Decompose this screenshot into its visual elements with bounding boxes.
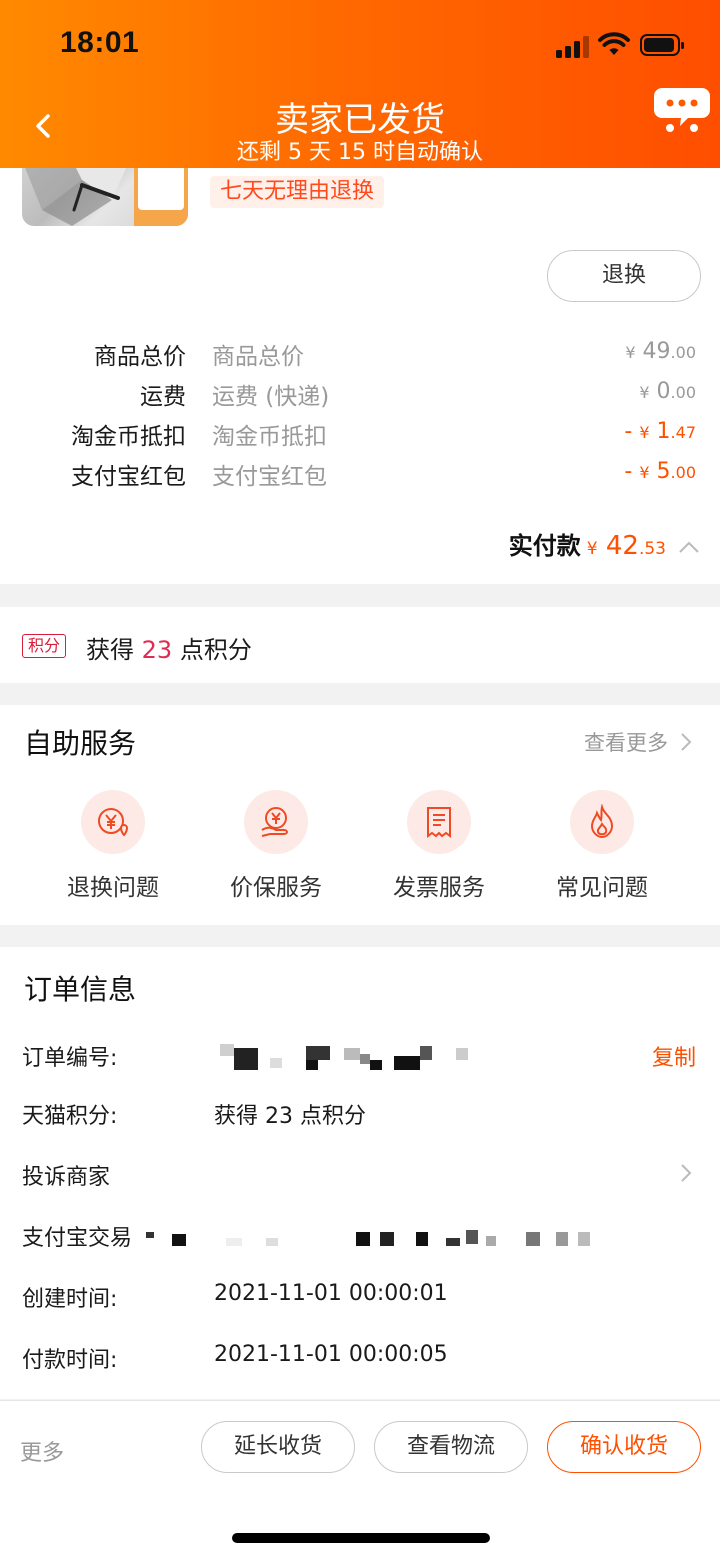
- fee-label: 商品总价: [94, 344, 186, 370]
- flame-icon: [570, 790, 634, 854]
- invoice-icon: [407, 790, 471, 854]
- fee-label: 运费: [140, 384, 186, 410]
- service-refund[interactable]: 退换问题: [33, 790, 193, 902]
- view-more-link[interactable]: 查看更多: [584, 727, 692, 757]
- paid-time-value: 2021-11-01 00:00:05: [214, 1342, 448, 1367]
- yuan-refund-icon: [81, 790, 145, 854]
- points-earned: 获得 23 点积分: [86, 636, 252, 664]
- service-label: 价保服务: [230, 875, 322, 901]
- order-number-row: 订单编号: 复制: [0, 1040, 720, 1076]
- confirm-receipt-button[interactable]: 确认收货: [547, 1421, 701, 1473]
- fee-amount: - ¥ 1.47: [624, 419, 696, 444]
- actual-payment-amount: ¥ 42.53: [586, 531, 666, 561]
- chat-bubble-icon[interactable]: [654, 86, 710, 134]
- return-policy-tag: 七天无理由退换: [210, 176, 385, 208]
- redacted-order-number: [220, 1044, 490, 1070]
- alipay-trade-label: 支付宝交易: [22, 1226, 133, 1251]
- wifi-icon: [598, 32, 630, 55]
- battery-icon: [640, 34, 684, 56]
- home-indicator[interactable]: [232, 1533, 490, 1543]
- more-actions-link[interactable]: 更多: [20, 1435, 64, 1467]
- fee-desc: 支付宝红包: [212, 464, 327, 490]
- fee-row-shipping: 运费 运费 (快递) ¥ 0.00: [0, 377, 720, 411]
- paid-time-label: 付款时间:: [22, 1348, 118, 1373]
- order-number-label: 订单编号:: [22, 1046, 118, 1071]
- actual-payment-label: 实付款: [508, 532, 581, 560]
- fee-row-total: 商品总价 商品总价 ¥ 49.00: [0, 337, 720, 371]
- fee-amount: - ¥ 5.00: [624, 459, 696, 484]
- extend-receipt-button[interactable]: 延长收货: [201, 1421, 355, 1473]
- fee-label: 支付宝红包: [71, 464, 186, 490]
- status-bar: 18:01: [0, 0, 720, 90]
- price-protect-icon: [244, 790, 308, 854]
- tmall-points-value: 获得 23 点积分: [214, 1104, 366, 1129]
- redacted-alipay-number: [146, 1228, 596, 1246]
- bottom-action-bar: 更多 延长收货 查看物流 确认收货: [0, 1400, 720, 1556]
- tmall-points-label: 天猫积分:: [22, 1104, 118, 1129]
- copy-order-number-button[interactable]: 复制: [652, 1040, 696, 1072]
- points-badge: 积分: [22, 634, 67, 658]
- header-bar: 18:01 卖家已发货 还剩 5 天 15 时自动确认: [0, 0, 720, 168]
- service-label: 退换问题: [67, 875, 159, 901]
- chevron-right-icon: [681, 1164, 692, 1182]
- fee-label: 淘金币抵扣: [71, 424, 186, 450]
- auto-confirm-countdown: 还剩 5 天 15 时自动确认: [237, 140, 483, 165]
- created-time-row: 创建时间: 2021-11-01 00:00:01: [0, 1281, 720, 1317]
- service-faq[interactable]: 常见问题: [522, 790, 682, 902]
- cellular-signal-icon: [556, 34, 592, 58]
- created-time-label: 创建时间:: [22, 1287, 118, 1312]
- actual-payment[interactable]: 实付款 ¥ 42.53: [509, 526, 700, 561]
- tmall-points-row: 天猫积分: 获得 23 点积分: [0, 1098, 720, 1134]
- fee-amount: ¥ 49.00: [625, 339, 696, 364]
- refund-button[interactable]: 退换: [547, 250, 701, 302]
- fee-desc: 淘金币抵扣: [212, 424, 327, 450]
- self-service-title: 自助服务: [24, 727, 137, 760]
- fee-amount: ¥ 0.00: [639, 379, 696, 404]
- service-invoice[interactable]: 发票服务: [359, 790, 519, 902]
- fee-desc: 商品总价: [212, 344, 304, 370]
- created-time-value: 2021-11-01 00:00:01: [214, 1281, 448, 1306]
- alipay-trade-row: 支付宝交易: [0, 1220, 720, 1256]
- chevron-right-icon: [681, 733, 692, 751]
- service-label: 常见问题: [556, 875, 648, 901]
- complaint-merchant-row[interactable]: 投诉商家: [0, 1159, 720, 1195]
- chevron-up-icon: [679, 541, 699, 553]
- paid-time-row: 付款时间: 2021-11-01 00:00:05: [0, 1342, 720, 1378]
- status-time: 18:01: [60, 26, 140, 59]
- complaint-merchant-label: 投诉商家: [22, 1165, 111, 1190]
- service-price-protect[interactable]: 价保服务: [196, 790, 356, 902]
- view-logistics-button[interactable]: 查看物流: [374, 1421, 528, 1473]
- fee-row-alipay-redpacket: 支付宝红包 支付宝红包 - ¥ 5.00: [0, 457, 720, 491]
- fee-row-taojinbi: 淘金币抵扣 淘金币抵扣 - ¥ 1.47: [0, 417, 720, 451]
- fee-desc: 运费 (快递): [212, 384, 330, 410]
- service-label: 发票服务: [393, 875, 485, 901]
- order-info-title: 订单信息: [24, 973, 137, 1006]
